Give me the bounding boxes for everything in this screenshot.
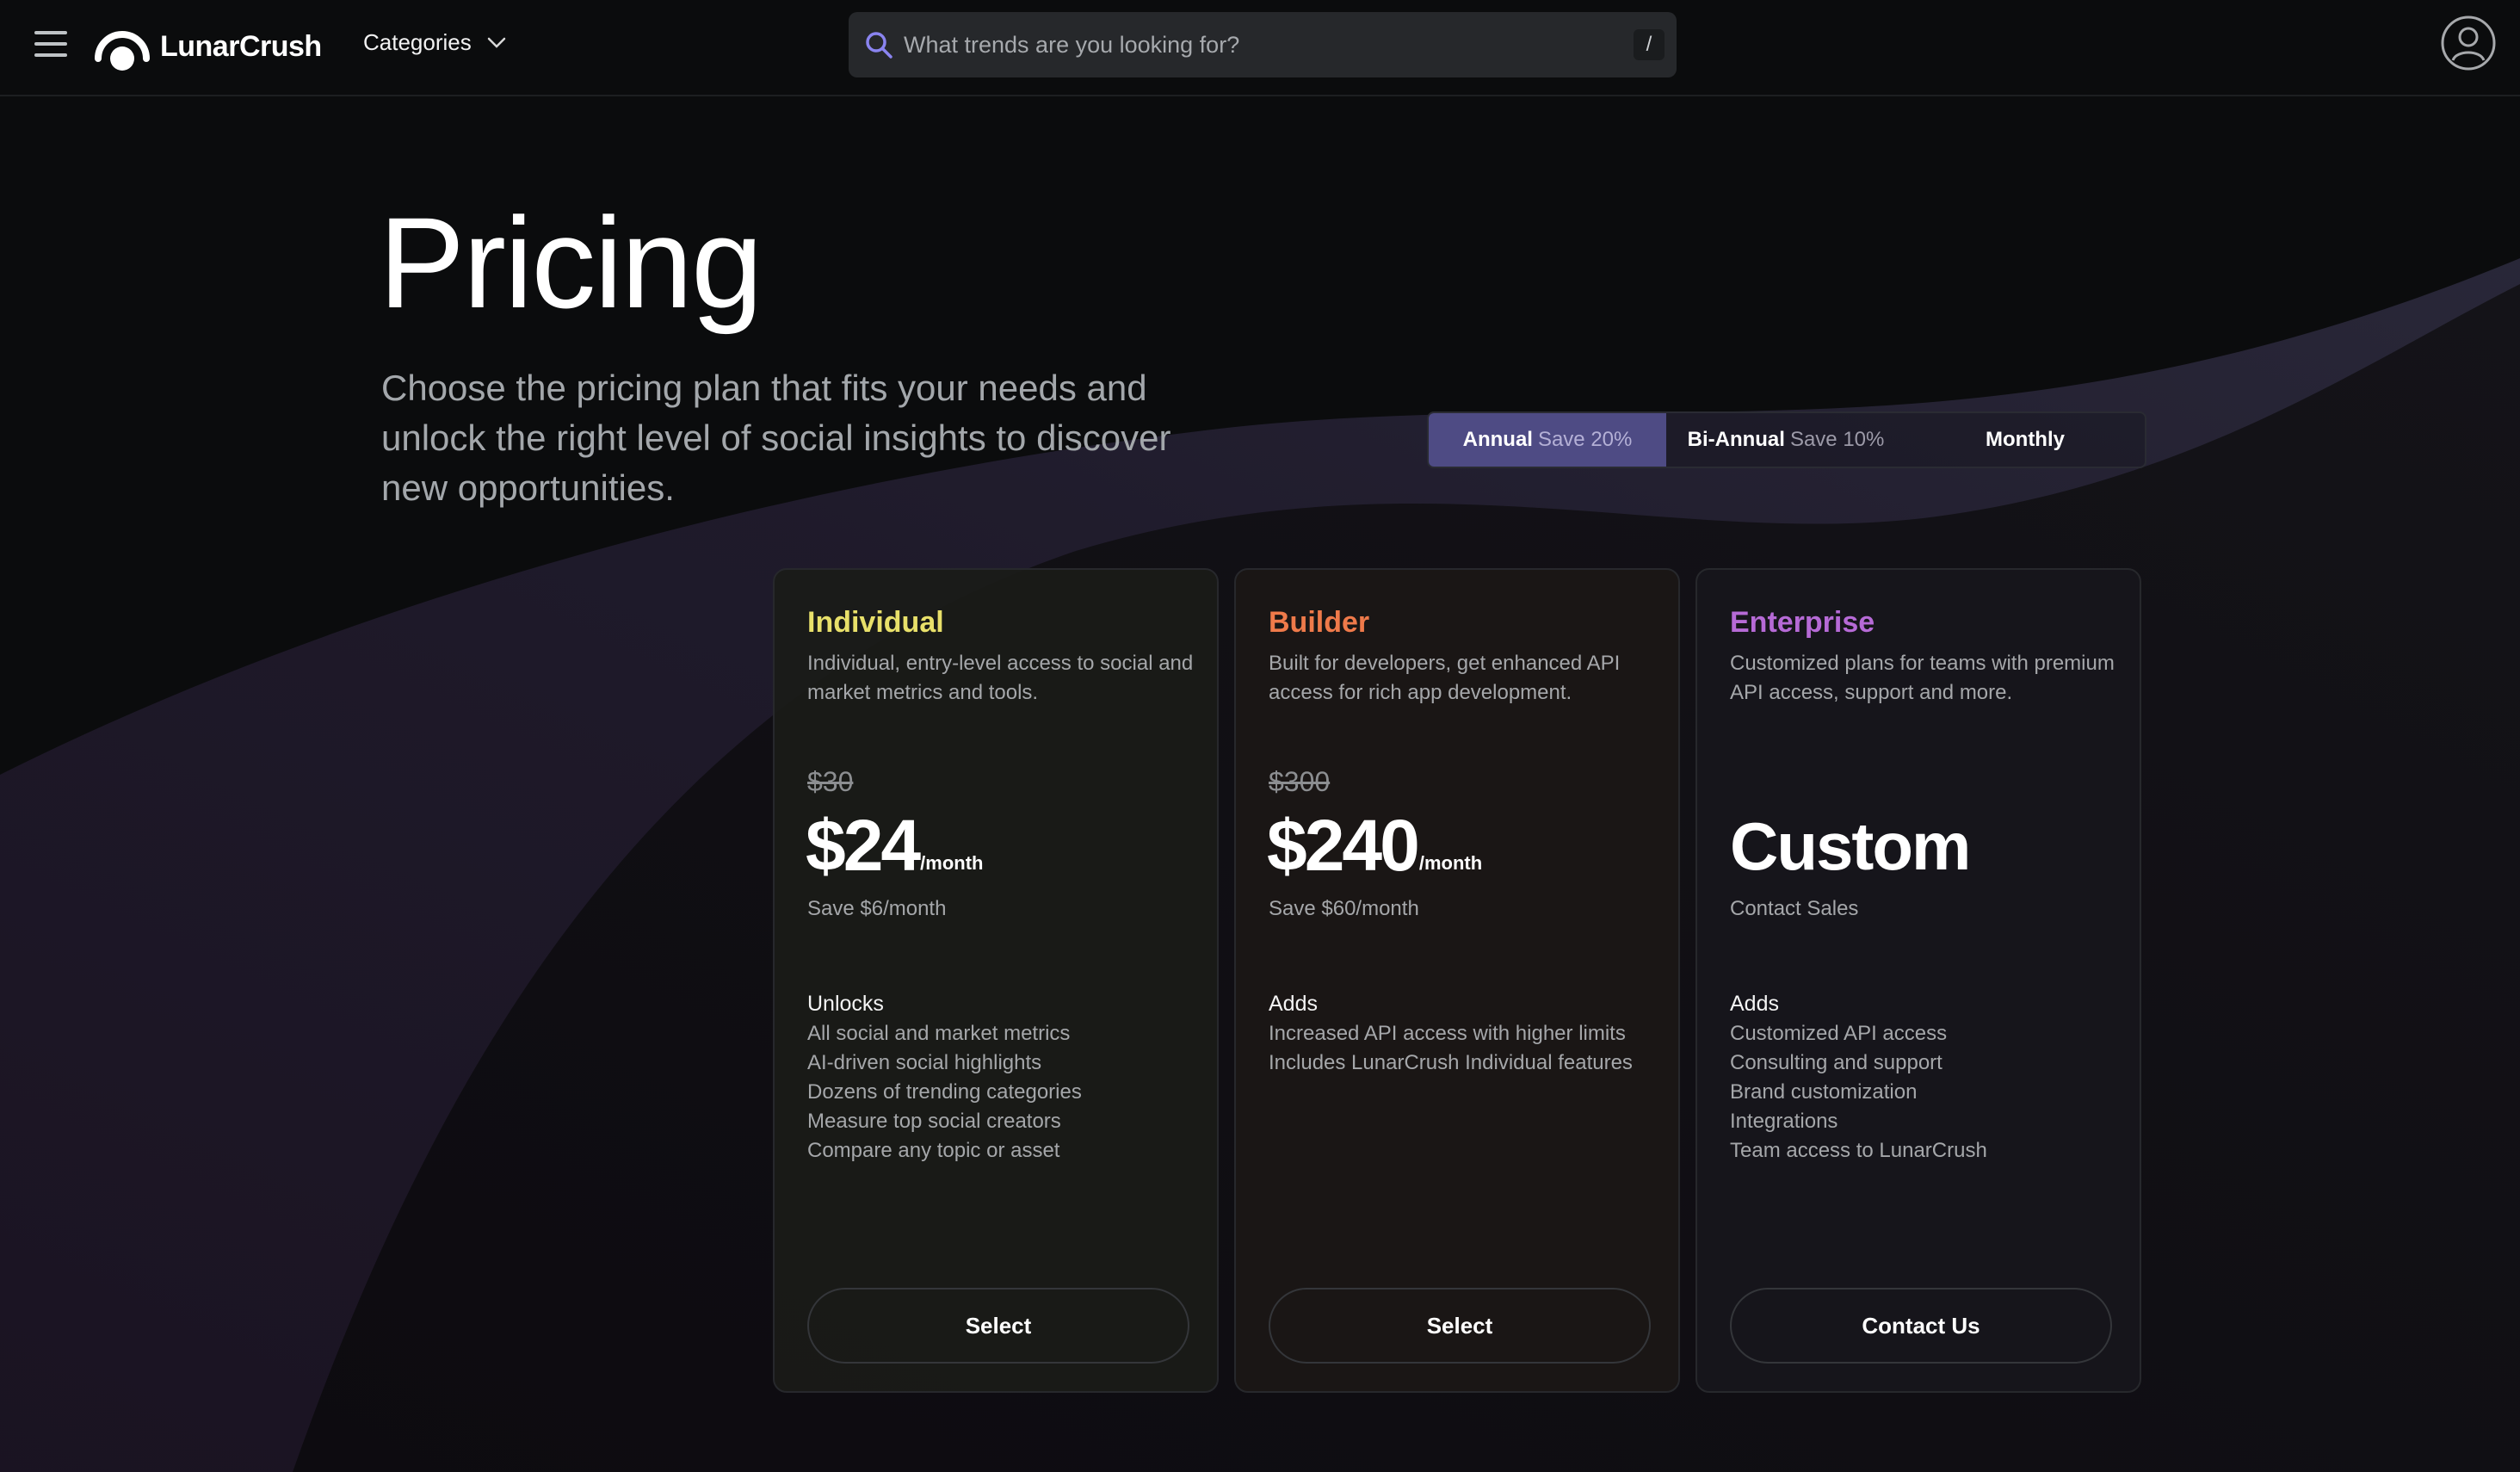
plan-period: /month [1418, 852, 1483, 874]
contact-us-button[interactable]: Contact Us [1730, 1288, 2112, 1364]
plan-savings-note: Save $60/month [1269, 897, 1419, 920]
plan-price-row: $240 /month [1267, 809, 1482, 881]
plan-feature-item: Integrations [1730, 1110, 1838, 1133]
page-subtitle: Choose the pricing plan that fits your n… [381, 368, 1171, 508]
billing-period-toggle: Annual Save 20% Bi-Annual Save 10% Month… [1427, 411, 2146, 468]
plan-feature-item: Consulting and support [1730, 1051, 1942, 1074]
plan-features-list: Increased API access with higher limits … [1269, 1019, 1633, 1078]
plan-feature-item: AI-driven social highlights [807, 1051, 1042, 1074]
plan-name: Enterprise [1730, 606, 1875, 639]
user-account-icon[interactable] [2439, 14, 2498, 72]
billing-option-bi-annual[interactable]: Bi-Annual Save 10% [1666, 413, 1905, 467]
plan-feature-item: Brand customization [1730, 1080, 1918, 1104]
plan-price: Custom [1730, 808, 1971, 884]
select-builder-button[interactable]: Select [1269, 1288, 1651, 1364]
billing-option-save: Save 20% [1537, 428, 1633, 451]
plan-feature-item: Includes LunarCrush Individual features [1269, 1051, 1633, 1074]
plan-feature-item: Compare any topic or asset [807, 1139, 1060, 1162]
plan-savings-note: Save $6/month [807, 897, 947, 920]
plan-features-title: Adds [1730, 992, 1779, 1016]
menu-icon[interactable] [34, 31, 67, 59]
lunarcrush-logo-icon [95, 31, 150, 71]
plan-card-individual: Individual Individual, entry-level acces… [773, 568, 1219, 1393]
plan-contact-note: Contact Sales [1730, 897, 1859, 920]
brand-logo[interactable]: LunarCrush [95, 21, 322, 72]
plan-features-list: All social and market metrics AI-driven … [807, 1019, 1082, 1166]
plan-features-list: Customized API access Consulting and sup… [1730, 1019, 1987, 1166]
search-icon [866, 32, 892, 59]
plan-features-title: Adds [1269, 992, 1318, 1016]
plan-period: /month [920, 852, 984, 874]
plan-price-row: $24 /month [806, 809, 983, 881]
categories-label: Categories [363, 29, 472, 55]
plan-name: Individual [807, 606, 944, 639]
plan-feature-item: Increased API access with higher limits [1269, 1022, 1626, 1045]
billing-option-save: Save 10% [1789, 428, 1885, 451]
billing-option-label: Monthly [1986, 428, 2065, 451]
brand-name: LunarCrush [160, 29, 322, 63]
plan-price: $24 [806, 805, 921, 886]
plan-feature-item: Dozens of trending categories [807, 1080, 1082, 1104]
plan-feature-item: Team access to LunarCrush [1730, 1139, 1987, 1162]
billing-option-monthly[interactable]: Monthly [1905, 413, 2145, 467]
plan-name: Builder [1269, 606, 1370, 639]
billing-option-label: Annual [1462, 428, 1533, 451]
plan-features-title: Unlocks [807, 992, 884, 1016]
search-input[interactable] [902, 30, 1634, 59]
top-navigation-bar: LunarCrush Categories / [0, 0, 2520, 96]
page-title: Pricing [379, 190, 763, 335]
plan-description: Individual, entry-level access to social… [807, 652, 1194, 704]
billing-option-annual[interactable]: Annual Save 20% [1429, 413, 1666, 467]
select-individual-button[interactable]: Select [807, 1288, 1189, 1364]
plan-description: Customized plans for teams with premium … [1730, 652, 2115, 704]
plan-original-price: $30 [807, 766, 854, 797]
plan-feature-item: Customized API access [1730, 1022, 1948, 1045]
plan-card-enterprise: Enterprise Customized plans for teams wi… [1695, 568, 2141, 1393]
plan-price: $240 [1267, 805, 1420, 886]
plan-feature-item: Measure top social creators [807, 1110, 1061, 1133]
plan-description: Built for developers, get enhanced API a… [1269, 652, 1621, 704]
search-bar[interactable]: / [849, 12, 1677, 77]
search-shortcut-key: / [1634, 29, 1665, 60]
categories-dropdown[interactable]: Categories [363, 29, 506, 56]
billing-option-label: Bi-Annual [1687, 428, 1785, 451]
chevron-down-icon [487, 37, 505, 48]
plan-feature-item: All social and market metrics [807, 1022, 1071, 1045]
plan-original-price: $300 [1269, 766, 1331, 797]
plan-card-builder: Builder Built for developers, get enhanc… [1234, 568, 1680, 1393]
